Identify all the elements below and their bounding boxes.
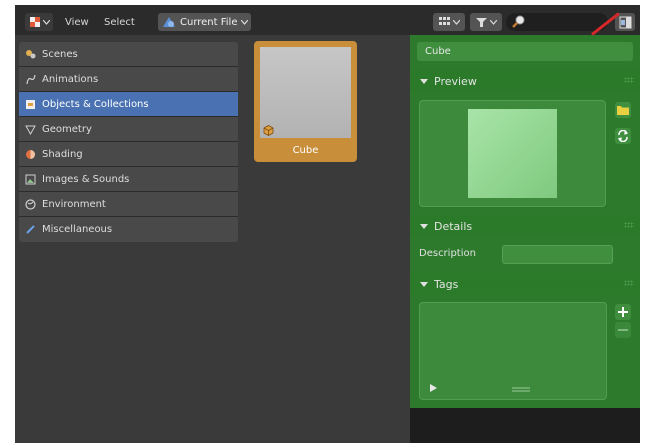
preview-section-header[interactable]: Preview — [410, 70, 640, 92]
generate-preview-button[interactable] — [615, 128, 631, 144]
description-field[interactable] — [502, 245, 613, 264]
asset-name-field[interactable]: Cube — [417, 42, 633, 61]
minus-icon — [618, 329, 628, 331]
refresh-icon — [618, 130, 628, 142]
tags-heading: Tags — [434, 277, 459, 291]
object-type-icon — [263, 125, 274, 136]
remove-tag-button[interactable] — [615, 322, 631, 338]
geometry-icon — [25, 124, 36, 135]
header-bar: View Select Current File — [15, 5, 640, 35]
details-section-header[interactable]: Details — [410, 215, 640, 237]
folder-icon — [617, 106, 629, 115]
category-item-geometry[interactable]: Geometry — [19, 117, 238, 142]
chevron-down-icon — [489, 19, 497, 25]
chevron-down-icon — [452, 19, 460, 25]
tags-section-header[interactable]: Tags — [410, 273, 640, 295]
resize-handle-icon[interactable] — [512, 387, 530, 393]
category-item-objects-collections[interactable]: Objects & Collections — [19, 92, 238, 117]
tags-list[interactable] — [419, 302, 607, 400]
description-label: Description — [419, 248, 476, 259]
asset-browser-icon — [29, 17, 40, 27]
chevron-down-icon — [42, 19, 50, 25]
category-item-miscellaneous[interactable]: Miscellaneous — [19, 217, 238, 242]
category-label: Images & Sounds — [42, 173, 130, 185]
category-item-environment[interactable]: Environment — [19, 192, 238, 217]
view-menu[interactable]: View — [65, 13, 89, 31]
objects-icon — [25, 99, 36, 110]
drag-handle-icon[interactable] — [624, 280, 634, 286]
plus-icon — [618, 307, 628, 317]
images-icon — [25, 174, 36, 185]
sidebar-icon — [619, 16, 631, 28]
category-label: Scenes — [42, 48, 78, 60]
category-label: Shading — [42, 148, 83, 160]
library-label: Current File — [180, 16, 238, 28]
expand-arrow-icon — [420, 78, 428, 84]
details-heading: Details — [434, 219, 473, 233]
category-label: Geometry — [42, 123, 92, 135]
preview-heading: Preview — [434, 74, 477, 88]
play-filter-icon[interactable] — [430, 384, 438, 392]
miscellaneous-icon — [25, 224, 36, 235]
display-mode-button[interactable] — [433, 13, 465, 31]
category-label: Objects & Collections — [42, 98, 149, 110]
search-input[interactable] — [506, 13, 608, 31]
environment-icon — [25, 198, 36, 210]
asset-tile-cube[interactable]: Cube — [254, 41, 357, 162]
category-item-scenes[interactable]: Scenes — [19, 42, 238, 67]
category-item-shading[interactable]: Shading — [19, 142, 238, 167]
filter-button[interactable] — [470, 13, 502, 31]
shading-icon — [25, 149, 36, 160]
category-label: Miscellaneous — [42, 224, 113, 235]
search-icon — [512, 15, 525, 28]
category-label: Environment — [42, 198, 106, 210]
select-menu[interactable]: Select — [104, 13, 135, 31]
editor-type-button[interactable] — [25, 13, 53, 31]
preview-image — [468, 109, 557, 198]
library-icon — [163, 17, 175, 27]
expand-arrow-icon — [420, 223, 428, 229]
drag-handle-icon[interactable] — [624, 77, 634, 83]
category-label: Animations — [42, 73, 99, 85]
grid-view-icon — [438, 17, 450, 25]
library-selector[interactable]: Current File — [158, 13, 251, 31]
animations-icon — [25, 74, 36, 85]
chevron-down-icon — [241, 19, 249, 25]
category-list: Scenes Animations Objects & Collections … — [19, 42, 238, 242]
add-tag-button[interactable] — [615, 304, 631, 320]
category-item-animations[interactable]: Animations — [19, 67, 238, 92]
drag-handle-icon[interactable] — [624, 222, 634, 228]
asset-label: Cube — [292, 145, 319, 156]
scenes-icon — [25, 49, 36, 60]
filter-icon — [475, 17, 487, 27]
category-item-images-sounds[interactable]: Images & Sounds — [19, 167, 238, 192]
load-preview-button[interactable] — [615, 102, 631, 118]
expand-arrow-icon — [420, 281, 428, 287]
